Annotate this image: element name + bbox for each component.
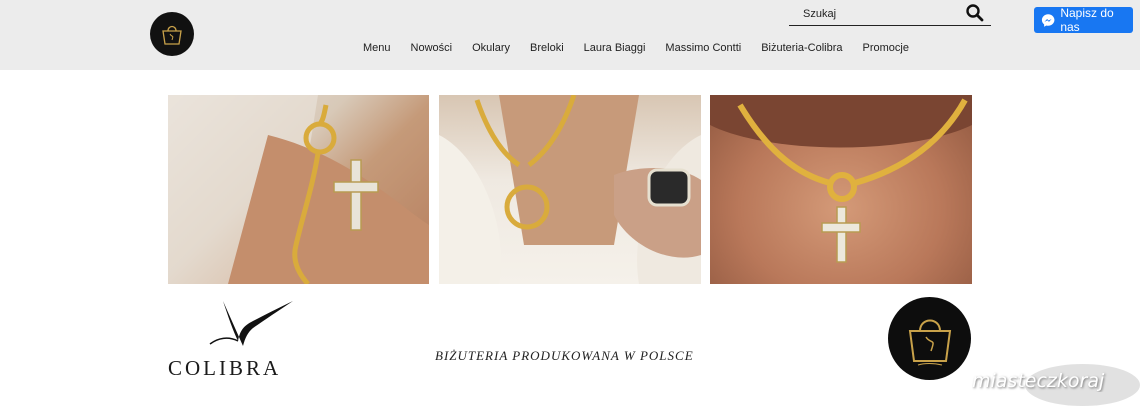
nav-okulary[interactable]: Okulary bbox=[472, 40, 510, 56]
messenger-chat-button[interactable]: Napisz do nas bbox=[1034, 6, 1133, 34]
search-input[interactable] bbox=[803, 5, 953, 23]
shop-logo[interactable] bbox=[150, 12, 194, 56]
nav-laura-biaggi[interactable]: Laura Biaggi bbox=[584, 40, 646, 56]
nav-breloki[interactable]: Breloki bbox=[530, 40, 564, 56]
site-header: Menu Nowości Okulary Breloki Laura Biagg… bbox=[0, 0, 1140, 70]
hummingbird-icon bbox=[209, 301, 293, 346]
toggle-necklace-image bbox=[439, 95, 701, 284]
chain-cross-necklace-image bbox=[710, 95, 972, 263]
shop-logo-large[interactable] bbox=[888, 297, 971, 380]
brand-name: COLIBRA bbox=[168, 356, 282, 380]
bracelet-photo[interactable] bbox=[168, 95, 429, 284]
hero-gallery bbox=[168, 95, 972, 284]
necklace-photo[interactable] bbox=[439, 95, 701, 284]
main-nav: Menu Nowości Okulary Breloki Laura Biagg… bbox=[355, 40, 929, 56]
search-button[interactable] bbox=[965, 3, 985, 23]
search-icon bbox=[966, 4, 984, 22]
nav-menu[interactable]: Menu bbox=[363, 40, 391, 56]
nav-nowosci[interactable]: Nowości bbox=[411, 40, 453, 56]
messenger-label: Napisz do nas bbox=[1060, 6, 1114, 34]
site-watermark: miasteczkoraj bbox=[972, 370, 1105, 392]
nav-promocje[interactable]: Promocje bbox=[863, 40, 909, 56]
messenger-icon bbox=[1041, 13, 1055, 27]
handbag-logo-icon bbox=[162, 25, 182, 45]
chain-cross-photo[interactable] bbox=[710, 95, 972, 284]
cross-bracelet-image bbox=[168, 95, 429, 284]
nav-massimo-contti[interactable]: Massimo Contti bbox=[665, 40, 741, 56]
nav-bizuteria-colibra[interactable]: Biżuteria-Colibra bbox=[761, 40, 842, 56]
brand-tagline: BIŻUTERIA PRODUKOWANA W POLSCE bbox=[435, 348, 694, 363]
handbag-logo-icon bbox=[908, 319, 951, 365]
search-box bbox=[789, 2, 991, 26]
